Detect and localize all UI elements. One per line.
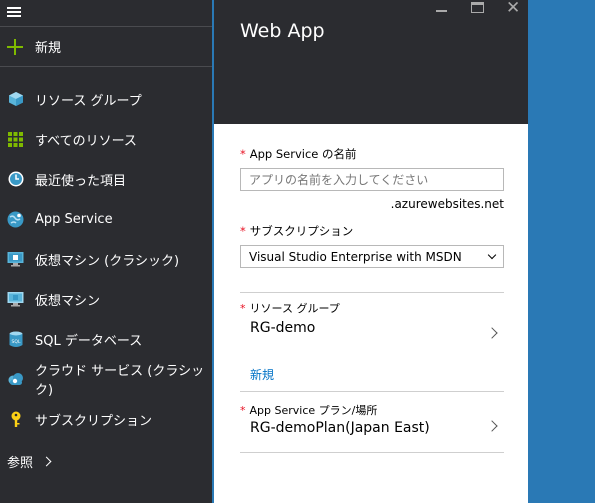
required-marker: * xyxy=(240,302,246,315)
sidebar-item-label: App Service xyxy=(35,211,113,227)
resource-group-value: RG-demo xyxy=(250,320,316,336)
app-name-label: * App Service の名前 xyxy=(240,146,504,162)
sidebar-item-label: 仮想マシン xyxy=(35,293,101,309)
background-panel xyxy=(528,0,595,503)
blade-header: Web App ✕ xyxy=(214,0,528,124)
blade-title: Web App xyxy=(240,20,325,42)
resource-group-icon xyxy=(7,91,24,108)
sidebar: 新規 リソース グループ すべてのリソース 最近使った項目 App Servic… xyxy=(0,0,212,503)
required-marker: * xyxy=(240,404,246,417)
subscription-label: * サブスクリプション xyxy=(240,223,504,239)
plan-label-text: App Service プラン/場所 xyxy=(249,404,378,417)
divider xyxy=(240,391,504,392)
divider xyxy=(240,292,504,293)
vm-icon xyxy=(7,291,24,308)
app-service-globe-icon xyxy=(7,211,24,228)
sidebar-item-all-resources[interactable]: すべてのリソース xyxy=(0,119,212,159)
hamburger-menu-icon[interactable] xyxy=(7,7,21,18)
browse-more-label: 参照 xyxy=(7,456,34,471)
plan-label: * App Service プラン/場所 xyxy=(240,402,504,418)
blade-form: *App Service の名前 .azurewebsites.net *サブス… xyxy=(240,124,504,453)
cloud-service-icon xyxy=(7,371,24,388)
sidebar-nav: リソース グループ すべてのリソース 最近使った項目 App Service 仮… xyxy=(0,67,212,439)
sidebar-item-label: 最近使った項目 xyxy=(35,173,127,189)
subscription-value: Visual Studio Enterprise with MSDN xyxy=(249,249,462,264)
sidebar-item-vm[interactable]: 仮想マシン xyxy=(0,279,212,319)
sidebar-topbar xyxy=(0,0,212,27)
new-button[interactable]: 新規 xyxy=(0,27,212,67)
sidebar-item-label: クラウド サービス (クラシック) xyxy=(35,364,205,398)
web-app-blade: Web App ✕ *App Service の名前 .azurewebsite… xyxy=(214,0,528,503)
sidebar-item-label: SQL データベース xyxy=(35,333,143,349)
divider xyxy=(240,452,504,453)
key-icon xyxy=(7,411,24,428)
plus-icon xyxy=(7,38,23,55)
app-service-plan-picker[interactable]: * App Service プラン/場所 RG-demoPlan(Japan Ea… xyxy=(240,402,504,452)
minimize-icon[interactable] xyxy=(436,10,447,12)
sidebar-item-subscriptions[interactable]: サブスクリプション xyxy=(0,399,212,439)
sidebar-item-recent[interactable]: 最近使った項目 xyxy=(0,159,212,199)
subscription-select[interactable]: Visual Studio Enterprise with MSDN xyxy=(240,245,504,268)
all-resources-icon xyxy=(7,131,24,148)
sidebar-item-label: すべてのリソース xyxy=(35,133,137,149)
sidebar-item-cloud-service[interactable]: クラウド サービス (クラシック) xyxy=(0,359,212,399)
vm-classic-icon xyxy=(7,251,24,268)
maximize-icon[interactable] xyxy=(471,2,484,13)
subscription-field-group: * サブスクリプション Visual Studio Enterprise with… xyxy=(240,223,504,268)
required-marker: * xyxy=(240,224,246,238)
resource-group-picker[interactable]: * リソース グループ RG-demo xyxy=(240,300,504,366)
resource-group-label-text: リソース グループ xyxy=(249,302,340,315)
sidebar-item-label: リソース グループ xyxy=(35,93,142,109)
app-name-input[interactable] xyxy=(240,168,504,191)
sidebar-item-app-service[interactable]: App Service xyxy=(0,199,212,239)
app-name-label-text: App Service の名前 xyxy=(249,147,357,161)
sidebar-item-resource-groups[interactable]: リソース グループ xyxy=(0,79,212,119)
sidebar-item-sql-database[interactable]: SQL SQL データベース xyxy=(0,319,212,359)
required-marker: * xyxy=(240,147,246,161)
new-label: 新規 xyxy=(35,41,62,56)
domain-suffix: .azurewebsites.net xyxy=(390,197,504,211)
subscription-label-text: サブスクリプション xyxy=(249,224,354,238)
sidebar-item-vm-classic[interactable]: 仮想マシン (クラシック) xyxy=(0,239,212,279)
sql-database-icon: SQL xyxy=(7,331,24,348)
resource-group-label: * リソース グループ xyxy=(240,300,504,316)
chevron-down-icon xyxy=(487,250,497,260)
browse-more-link[interactable]: 参照 xyxy=(7,452,52,471)
new-resource-group-link[interactable]: 新規 xyxy=(250,366,504,383)
plan-value: RG-demoPlan(Japan East) xyxy=(250,420,430,436)
recent-clock-icon xyxy=(7,171,24,188)
app-name-field-group: *App Service の名前 .azurewebsites.net xyxy=(240,146,504,211)
close-icon[interactable]: ✕ xyxy=(506,0,520,18)
sidebar-item-label: 仮想マシン (クラシック) xyxy=(35,253,180,269)
chevron-right-icon xyxy=(41,456,52,467)
sidebar-item-label: サブスクリプション xyxy=(35,413,153,429)
svg-text:SQL: SQL xyxy=(11,339,20,345)
